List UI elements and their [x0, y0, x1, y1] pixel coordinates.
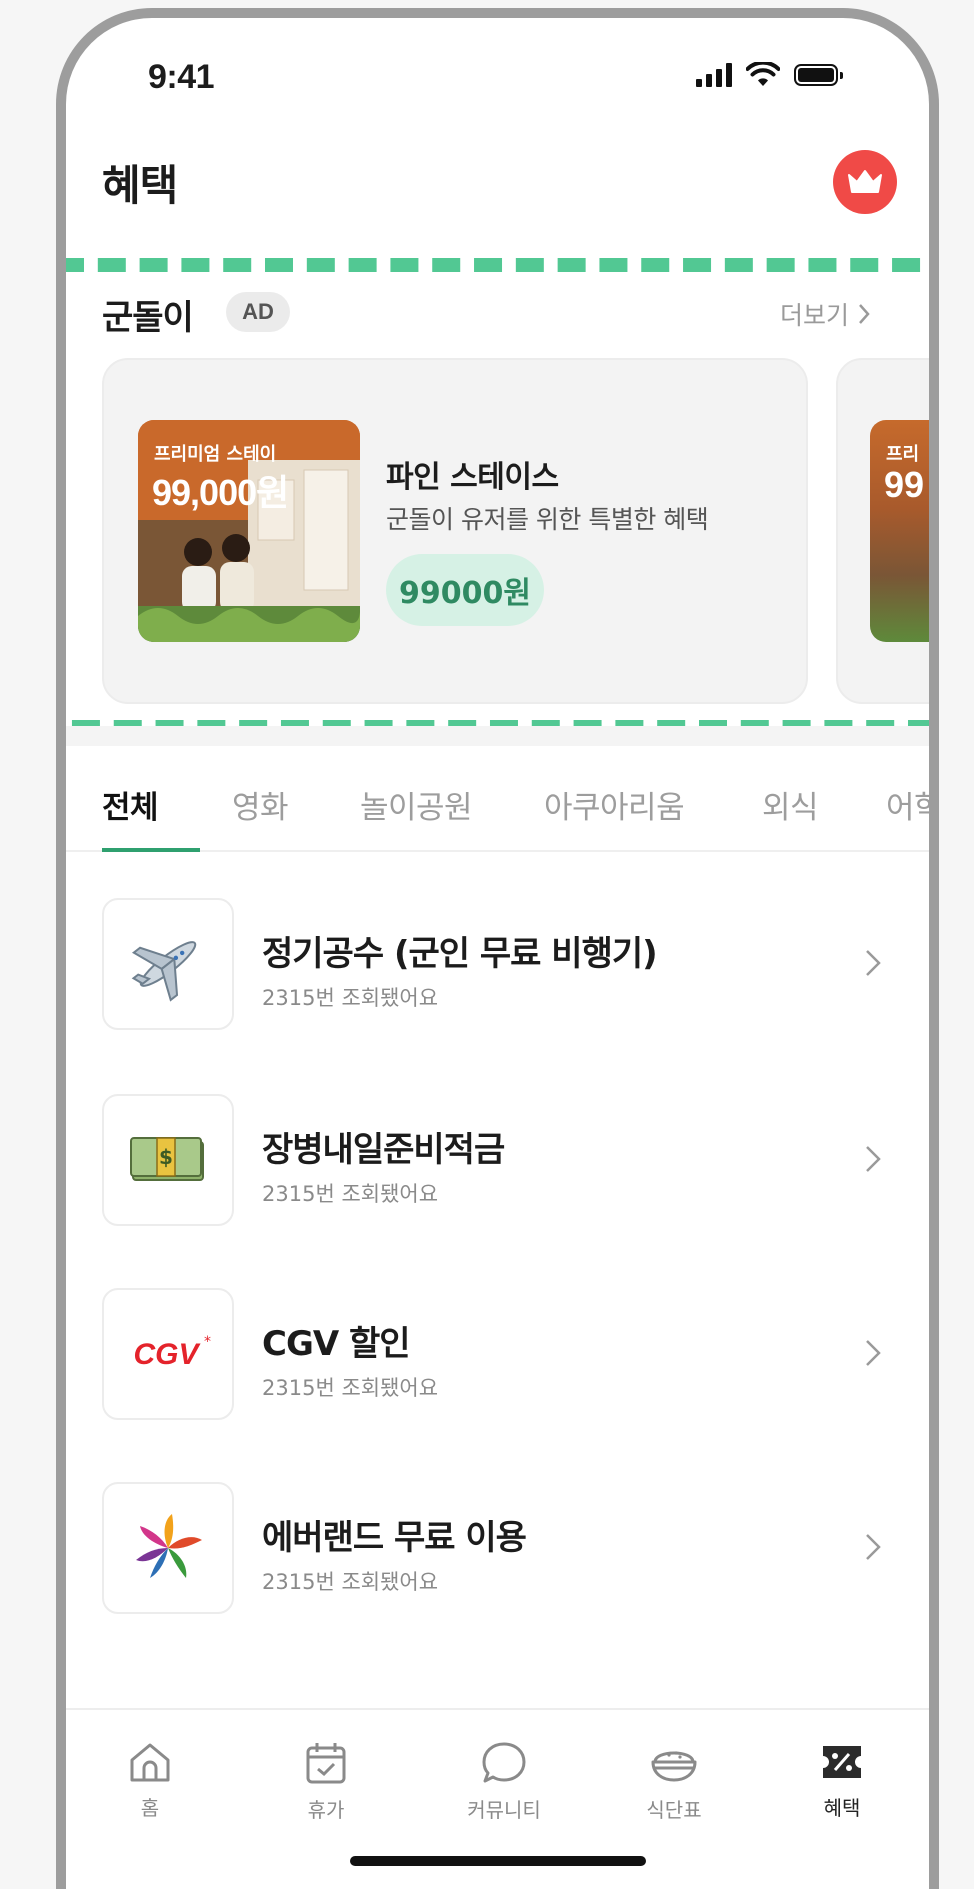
item-title: CGV 할인 — [262, 1324, 411, 1364]
more-link-label: 더보기 — [780, 301, 850, 330]
list-item[interactable]: 에버랜드 무료 이용 2315번 조회됐어요 — [66, 1482, 929, 1622]
svg-text:*: * — [204, 1334, 211, 1350]
everland-logo — [102, 1482, 234, 1614]
nav-label: 식단표 — [646, 1798, 702, 1822]
cellular-signal-icon — [696, 63, 732, 87]
ad-thumbnail: 프리미엄 스테이 99,000원 — [138, 420, 360, 642]
status-icons — [696, 62, 843, 88]
home-indicator — [350, 1856, 646, 1866]
nav-label: 혜택 — [823, 1796, 861, 1820]
tab-amusement-park[interactable]: 놀이공원 — [360, 782, 473, 827]
chevron-right-icon — [866, 1534, 881, 1560]
ad-card-title: 파인 스테이스 — [386, 460, 559, 495]
svg-text:$: $ — [159, 1145, 173, 1169]
chevron-right-icon — [866, 1340, 881, 1366]
rice-bowl-icon — [651, 1751, 697, 1782]
calendar-icon — [306, 1743, 346, 1784]
nav-label: 홈 — [140, 1796, 160, 1820]
ad-card-next[interactable]: 프리 99 — [836, 358, 929, 704]
tab-all[interactable]: 전체 — [102, 782, 159, 827]
item-view-count: 2315번 조회됐어요 — [262, 986, 439, 1010]
page-title: 혜택 — [102, 161, 178, 210]
list-item[interactable]: 정기공수 (군인 무료 비행기) 2315번 조회됐어요 — [66, 898, 929, 1038]
item-view-count: 2315번 조회됐어요 — [262, 1376, 439, 1400]
cgv-logo: CGV * — [102, 1288, 234, 1420]
section-divider — [66, 726, 929, 746]
ad-card-description: 군돌이 유저를 위한 특별한 혜택 — [386, 505, 709, 534]
item-view-count: 2315번 조회됐어요 — [262, 1570, 439, 1594]
airplane-icon — [102, 898, 234, 1030]
nav-item-vacation[interactable]: 휴가 — [266, 1740, 386, 1823]
crown-icon — [848, 170, 882, 193]
crown-button[interactable] — [833, 150, 897, 214]
ad-card[interactable]: 프리미엄 스테이 99,000원 파인 스테이스 군돌이 유저를 위한 특별한 … — [102, 358, 808, 704]
ad-thumbnail-next: 프리 99 — [870, 420, 929, 642]
tab-movie[interactable]: 영화 — [232, 782, 289, 827]
phone-frame: 9:41 혜택 군돌이 AD 더보기 프리미엄 스테이 99,000원 파인 스… — [56, 8, 939, 1889]
category-tabs: 전체 영화 놀이공원 아쿠아리움 외식 어학 — [66, 758, 929, 852]
ad-section-title: 군돌이 — [102, 298, 194, 338]
list-item[interactable]: $ 장병내일준비적금 2315번 조회됐어요 — [66, 1094, 929, 1234]
more-link[interactable]: 더보기 — [780, 296, 871, 332]
money-icon: $ — [102, 1094, 234, 1226]
home-icon — [130, 1743, 170, 1782]
coupon-icon — [823, 1746, 861, 1778]
ad-section: 군돌이 AD 더보기 프리미엄 스테이 99,000원 파인 스테이스 군돌이 … — [66, 248, 929, 734]
nav-label: 커뮤니티 — [467, 1798, 541, 1822]
item-title: 에버랜드 무료 이용 — [262, 1518, 527, 1558]
chevron-right-icon — [866, 950, 881, 976]
thumbnail-price-next: 99 — [884, 464, 925, 505]
battery-icon — [794, 64, 843, 86]
tab-aquarium[interactable]: 아쿠아리움 — [544, 782, 685, 827]
chevron-right-icon — [859, 304, 870, 324]
thumbnail-tag: 프리미엄 스테이 — [154, 444, 277, 465]
cgv-logo-text: CGV — [133, 1338, 201, 1371]
nav-label: 휴가 — [307, 1798, 345, 1822]
list-item[interactable]: CGV * CGV 할인 2315번 조회됐어요 — [66, 1288, 929, 1428]
item-title: 정기공수 (군인 무료 비행기) — [262, 934, 658, 974]
nav-item-community[interactable]: 커뮤니티 — [444, 1740, 564, 1823]
thumbnail-tag-next: 프리 — [886, 444, 920, 465]
tab-indicator — [102, 848, 200, 852]
status-time: 9:41 — [148, 58, 215, 96]
nav-item-meal-plan[interactable]: 식단표 — [614, 1740, 734, 1823]
item-title: 장병내일준비적금 — [262, 1130, 505, 1170]
nav-item-benefits[interactable]: 혜택 — [782, 1740, 902, 1821]
chat-icon — [482, 1742, 526, 1783]
ad-badge: AD — [226, 292, 290, 332]
nav-item-home[interactable]: 홈 — [90, 1740, 210, 1821]
thumbnail-price: 99,000원 — [152, 472, 289, 513]
wifi-icon — [746, 62, 780, 86]
tab-language[interactable]: 어학 — [886, 782, 929, 827]
price-button[interactable]: 99000원 — [386, 554, 544, 626]
tab-dining[interactable]: 외식 — [762, 782, 819, 827]
item-view-count: 2315번 조회됐어요 — [262, 1182, 439, 1206]
chevron-right-icon — [866, 1146, 881, 1172]
